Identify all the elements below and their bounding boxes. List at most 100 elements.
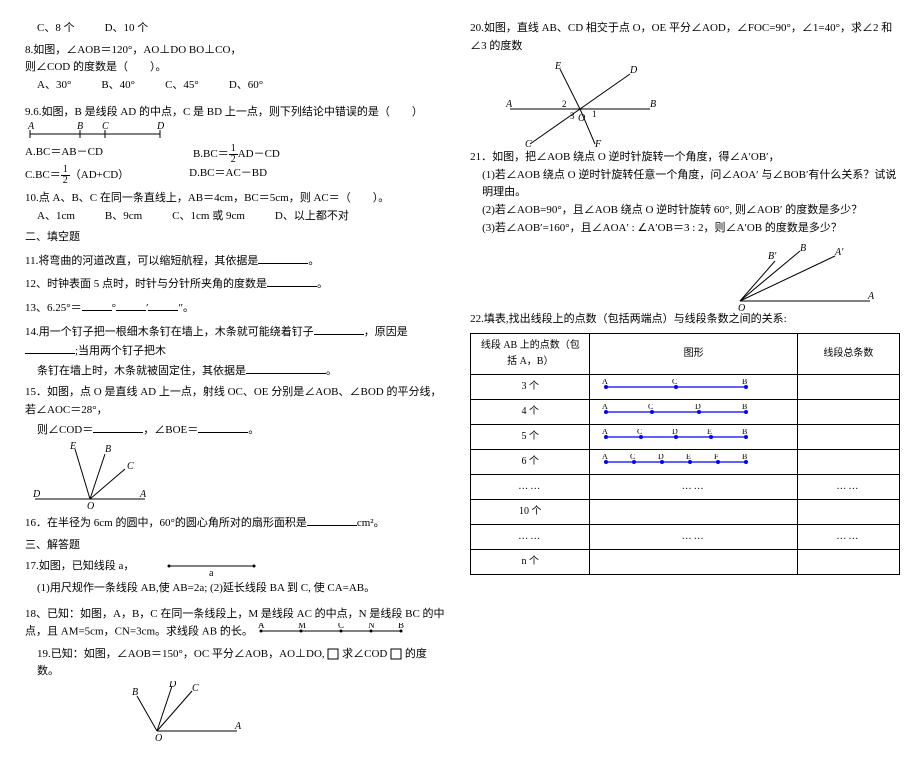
- q22-table: 线段 AB 上的点数（包括 A，B） 图形 线段总条数 3 个 ACB 4 个 …: [470, 333, 900, 575]
- svg-text:B: B: [105, 444, 111, 455]
- svg-text:E: E: [686, 454, 691, 461]
- solve-header: 三、解答题: [25, 537, 445, 555]
- q8: 8.如图，∠AOB＝120°，AO⊥DO BO⊥CO， 则∠COD 的度数是（ …: [25, 42, 445, 95]
- table-row: ………………: [471, 524, 900, 549]
- svg-text:D: D: [658, 454, 664, 461]
- q19-figure: O A B D C: [127, 681, 247, 741]
- opt-d: D、10 个: [105, 20, 149, 38]
- svg-text:C: C: [648, 404, 653, 411]
- q18: 18、已知：如图，A，B，C 在同一条线段上，M 是线段 AC 的中点，N 是线…: [25, 606, 445, 642]
- svg-text:B: B: [742, 454, 747, 461]
- table-row: 5 个 ACDEB: [471, 424, 900, 449]
- q20: 20.如图，直线 AB、CD 相交于点 O，OE 平分∠AOD，∠FOC=90°…: [470, 20, 900, 55]
- svg-text:A: A: [602, 454, 608, 461]
- q8-a: A、30°: [37, 77, 71, 95]
- svg-text:B: B: [742, 379, 747, 386]
- svg-text:A: A: [505, 99, 513, 110]
- svg-text:3: 3: [570, 111, 575, 121]
- q10-d: D、以上都不对: [275, 208, 349, 226]
- svg-text:C: C: [127, 461, 134, 472]
- svg-text:A: A: [27, 122, 35, 132]
- svg-text:A′: A′: [834, 247, 844, 258]
- svg-text:A: A: [602, 404, 608, 411]
- svg-text:C: C: [102, 122, 109, 132]
- q9-a: A.BC＝AB－CD: [25, 144, 103, 165]
- q9-figure: A B C D: [25, 122, 165, 144]
- svg-text:B: B: [742, 429, 747, 436]
- q17: 17.如图，已知线段 a， a: [25, 558, 445, 576]
- q12: 12、时钟表面 5 点时，时针与分针所夹角的度数是。: [25, 274, 445, 294]
- svg-text:F: F: [594, 139, 602, 149]
- q8-d: D、60°: [229, 77, 263, 95]
- svg-text:M: M: [298, 623, 306, 630]
- svg-text:E: E: [554, 61, 561, 72]
- svg-text:A: A: [867, 291, 875, 302]
- q8-line2: 则∠COD 的度数是（ ）。: [25, 59, 445, 77]
- q13: 13、6.25°＝°′″。: [25, 298, 445, 318]
- q11: 11.将弯曲的河道改直，可以缩短航程，其依据是。: [25, 251, 445, 271]
- table-row: 10 个: [471, 499, 900, 524]
- svg-text:F: F: [714, 454, 719, 461]
- th2: 图形: [590, 333, 797, 374]
- svg-text:B: B: [742, 404, 747, 411]
- svg-text:C: C: [525, 139, 532, 149]
- q9-b: B.BC＝12AD－CD: [193, 144, 280, 165]
- q18-figure: AMCNB: [256, 623, 406, 641]
- svg-text:B: B: [650, 99, 656, 110]
- table-row: 4 个 ACDB: [471, 399, 900, 424]
- q22-title: 22.填表,找出线段上的点数（包括两端点）与线段条数之间的关系:: [470, 311, 900, 329]
- svg-text:C: C: [630, 454, 635, 461]
- q21-s2: (2)若∠AOB=90°，且∠AOB 绕点 O 逆时针旋转 60°, 则∠AOB…: [470, 202, 900, 220]
- th3: 线段总条数: [797, 333, 899, 374]
- q21-title: 21．如图，把∠AOB 绕点 O 逆时针旋转一个角度，得∠A′OB′，: [470, 149, 900, 167]
- svg-text:N: N: [368, 623, 375, 630]
- q17-figure: a: [164, 558, 264, 576]
- q7-options: C、8 个 D、10 个: [25, 20, 445, 38]
- table-row: 6 个 ACDEFB: [471, 449, 900, 474]
- q14: 14.用一个钉子把一根细木条钉在墙上，木条就可能绕着钉子，原因是;当用两个钉子把…: [25, 322, 445, 381]
- q19: 19.已知：如图，∠AOB＝150°，OC 平分∠AOB，AO⊥DO, 求∠CO…: [25, 646, 445, 741]
- q10-c: C、1cm 或 9cm: [172, 208, 245, 226]
- svg-text:E: E: [69, 441, 76, 452]
- q8-line1: 8.如图，∠AOB＝120°，AO⊥DO BO⊥CO，: [25, 42, 445, 60]
- svg-text:O: O: [155, 733, 162, 741]
- q21-figure: O A B B′ A′: [720, 241, 880, 311]
- q8-c: C、45°: [165, 77, 199, 95]
- q16: 16．在半径为 6cm 的圆中，60°的圆心角所对的扇形面积是cm²。: [25, 513, 445, 533]
- svg-text:O: O: [578, 113, 585, 124]
- svg-text:D: D: [156, 122, 165, 132]
- q15-figure: D O A E B C: [25, 439, 155, 509]
- q9-title: 9.6.如图，B 是线段 AD 的中点，C 是 BD 上一点，则下列结论中错误的…: [25, 104, 445, 122]
- svg-text:B: B: [132, 687, 138, 698]
- th1: 线段 AB 上的点数（包括 A，B）: [471, 333, 590, 374]
- svg-text:B′: B′: [768, 251, 777, 262]
- svg-text:D: D: [695, 404, 701, 411]
- q10-b: B、9cm: [105, 208, 142, 226]
- svg-text:C: C: [338, 623, 344, 630]
- q10-title: 10.点 A、B、C 在同一条直线上，AB＝4cm，BC＝5cm，则 AC＝（ …: [25, 190, 445, 208]
- table-row: n 个: [471, 549, 900, 574]
- table-row: ………………: [471, 474, 900, 499]
- svg-text:D: D: [32, 489, 41, 500]
- q17-sub: (1)用尺规作一条线段 AB,使 AB=2a; (2)延长线段 BA 到 C, …: [25, 580, 445, 598]
- svg-text:B: B: [800, 243, 806, 254]
- svg-text:B: B: [77, 122, 83, 132]
- svg-text:C: C: [637, 429, 642, 436]
- svg-text:D: D: [629, 65, 638, 76]
- q9: 9.6.如图，B 是线段 AD 的中点，C 是 BD 上一点，则下列结论中错误的…: [25, 104, 445, 186]
- svg-text:A: A: [602, 429, 608, 436]
- q20-figure: A B C D E F O 2 3 1: [500, 59, 660, 149]
- svg-text:A: A: [139, 489, 147, 500]
- q8-b: B、40°: [101, 77, 135, 95]
- q10-a: A、1cm: [37, 208, 75, 226]
- svg-text:E: E: [707, 429, 712, 436]
- svg-text:O: O: [738, 303, 745, 311]
- svg-text:C: C: [672, 379, 677, 386]
- svg-text:D: D: [168, 681, 177, 690]
- svg-text:C: C: [192, 683, 199, 694]
- svg-text:1: 1: [592, 109, 597, 119]
- q9-d: D.BC＝AC－BD: [189, 165, 267, 186]
- q21-s1: (1)若∠AOB 绕点 O 逆时针旋转任意一个角度，问∠AOA′ 与∠BOB′有…: [470, 167, 900, 202]
- table-row: 3 个 ACB: [471, 374, 900, 399]
- q15: 15．如图，点 O 是直线 AD 上一点，射线 OC、OE 分别是∠AOB、∠B…: [25, 384, 445, 509]
